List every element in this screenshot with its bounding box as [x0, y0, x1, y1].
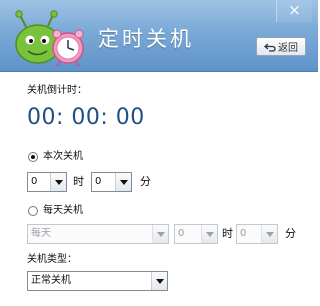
daily-frequency-value: 每天: [31, 228, 51, 239]
once-hour-unit: 时: [73, 175, 84, 188]
once-shutdown-radio[interactable]: [28, 152, 38, 162]
daily-minute-select[interactable]: 0: [236, 224, 278, 244]
green-monster-alarm-clock-icon: [15, 10, 84, 67]
title-bar: × 定时关机 返回: [0, 0, 318, 72]
once-minute-select[interactable]: 0: [91, 172, 132, 192]
chevron-down-icon: [201, 225, 217, 243]
chevron-down-icon: [50, 173, 66, 191]
daily-hour-unit: 时: [222, 227, 233, 240]
back-button-label: 返回: [278, 43, 298, 54]
once-minute-unit: 分: [140, 175, 151, 188]
back-button[interactable]: 返回: [256, 37, 306, 56]
once-hour-select[interactable]: 0: [27, 172, 67, 192]
once-shutdown-label: 本次关机: [43, 151, 83, 162]
shutdown-type-select[interactable]: 正常关机: [27, 271, 168, 291]
daily-frequency-select[interactable]: 每天: [27, 224, 169, 244]
daily-hour-value: 0: [178, 228, 185, 239]
close-button[interactable]: ×: [276, 0, 312, 22]
daily-shutdown-label: 每天关机: [43, 205, 83, 216]
shutdown-type-value: 正常关机: [31, 275, 71, 286]
window-title: 定时关机: [98, 27, 194, 51]
daily-minute-unit: 分: [285, 227, 296, 240]
shutdown-type-label: 关机类型：: [27, 254, 77, 265]
daily-shutdown-radio[interactable]: [28, 206, 38, 216]
countdown-display: 00: 00: 00: [27, 105, 145, 130]
chevron-down-icon: [152, 225, 168, 243]
return-arrow-icon: [264, 43, 276, 52]
chevron-down-icon: [151, 272, 167, 290]
daily-hour-select[interactable]: 0: [174, 224, 218, 244]
daily-minute-value: 0: [240, 228, 247, 239]
close-icon: ×: [288, 1, 301, 19]
chevron-down-icon: [261, 225, 277, 243]
once-hour-value: 0: [31, 176, 38, 187]
countdown-label: 关机倒计时：: [27, 85, 87, 96]
once-minute-value: 0: [95, 176, 102, 187]
chevron-down-icon: [115, 173, 131, 191]
